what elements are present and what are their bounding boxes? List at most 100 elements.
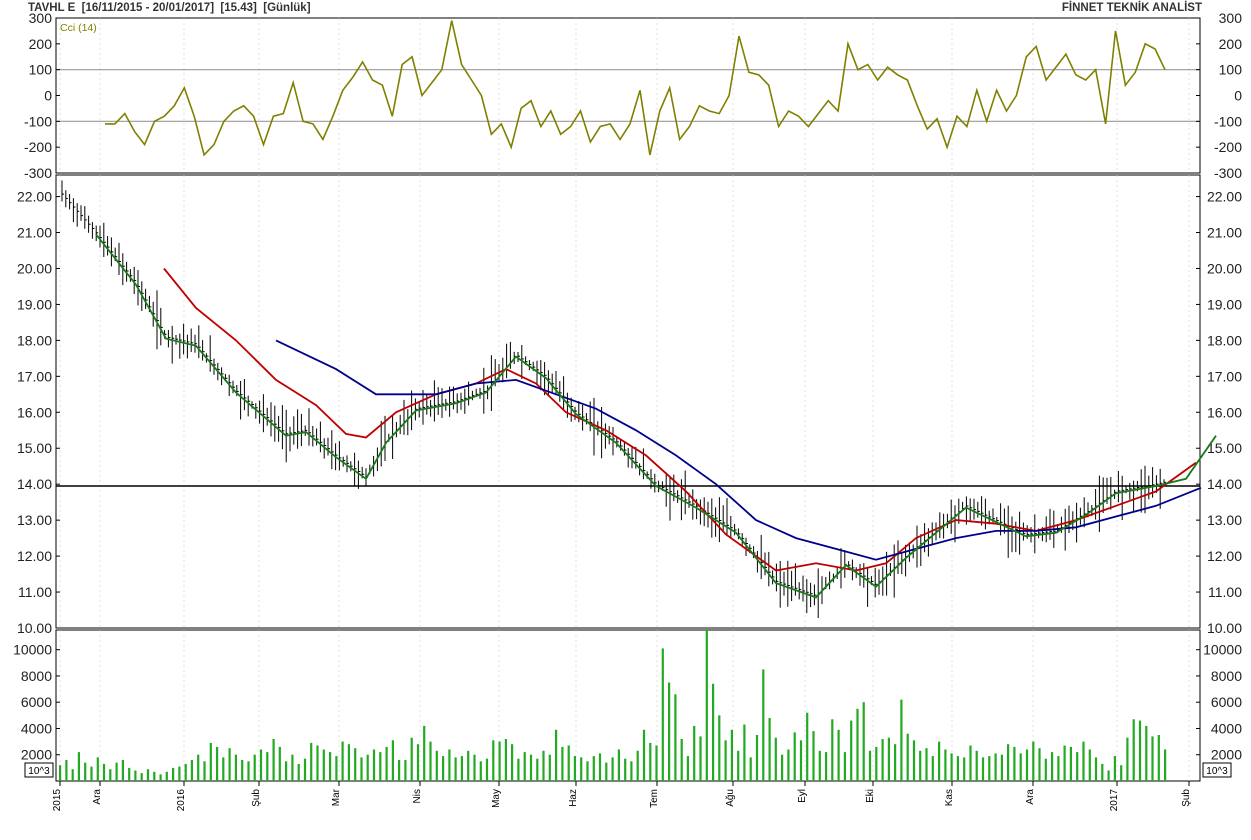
volume-bar xyxy=(1120,765,1123,781)
volume-panel-frame xyxy=(55,629,1201,782)
volume-bar xyxy=(674,694,677,781)
volume-bar xyxy=(598,753,602,781)
x-tick-label: Şub xyxy=(251,789,262,807)
y-tick-label-left: 18.00 xyxy=(17,332,52,348)
volume-bar xyxy=(668,682,671,781)
volume-bar xyxy=(555,729,558,781)
volume-bar xyxy=(561,746,564,781)
volume-bar xyxy=(1094,757,1098,781)
y-tick-label-left: -200 xyxy=(24,139,52,155)
y-tick-label-left: 17.00 xyxy=(17,368,52,384)
volume-bar xyxy=(981,757,985,781)
volume-bar xyxy=(749,757,752,781)
volume-bar xyxy=(65,760,68,781)
volume-bar xyxy=(504,739,507,781)
y-tick-label-left: -300 xyxy=(24,165,52,181)
y-tick-label-left: 21.00 xyxy=(17,225,52,241)
volume-bar xyxy=(1069,746,1072,781)
y-tick-label-right: 16.00 xyxy=(1207,404,1242,420)
cci-label: Cci (14) xyxy=(60,22,97,34)
volume-bar xyxy=(153,771,156,781)
volume-bar xyxy=(548,754,551,781)
y-tick-label-right: -100 xyxy=(1214,113,1242,129)
volume-bar xyxy=(511,744,514,781)
y-tick-label-right: 100 xyxy=(1219,62,1243,78)
volume-bar xyxy=(1082,741,1085,781)
volume-bar xyxy=(228,748,231,781)
volume-bar xyxy=(429,741,432,781)
volume-bar xyxy=(580,757,583,781)
volume-bar xyxy=(661,648,664,781)
volume-bar xyxy=(931,756,934,781)
volume-bar xyxy=(159,774,162,781)
volume-bar xyxy=(774,737,777,781)
y-tick-label-right: 13.00 xyxy=(1207,512,1242,528)
x-tick-label: May xyxy=(491,789,502,808)
period-label: [Günlük] xyxy=(263,2,311,14)
y-tick-label-right: 14.00 xyxy=(1207,476,1242,492)
x-tick-label: Ara xyxy=(1025,789,1036,805)
volume-bar xyxy=(611,757,614,781)
volume-bar xyxy=(831,719,834,781)
volume-bar xyxy=(1113,756,1116,781)
volume-bar xyxy=(172,767,175,781)
volume-bar xyxy=(925,748,928,781)
volume-bar xyxy=(492,740,495,781)
volume-bar xyxy=(781,754,784,781)
volume-unit-right: 10^3 xyxy=(1202,762,1232,778)
volume-bar xyxy=(1063,745,1066,781)
volume-bar xyxy=(975,750,978,781)
y-tick-label-left: 15.00 xyxy=(17,440,52,456)
volume-bar xyxy=(762,669,765,781)
volume-bar xyxy=(1088,749,1091,781)
volume-bar xyxy=(1132,719,1135,781)
x-tick-label: Nis xyxy=(412,789,423,803)
volume-bar xyxy=(881,739,884,781)
volume-bar xyxy=(1057,756,1060,781)
volume-bar xyxy=(950,753,953,781)
volume-bar xyxy=(335,756,338,781)
volume-bar xyxy=(1164,749,1167,781)
volume-bar xyxy=(837,729,840,781)
x-tick-label: Eyl xyxy=(797,789,808,803)
x-tick-label: 2015 xyxy=(52,789,63,812)
volume-bar xyxy=(448,749,451,781)
volume-bar xyxy=(71,769,74,781)
volume-bar xyxy=(404,760,407,781)
volume-bar xyxy=(624,758,627,781)
y-tick-label-left: 16.00 xyxy=(17,404,52,420)
volume-bar xyxy=(724,740,727,781)
volume-bar xyxy=(372,749,376,781)
chart-root: TAVHL E [16/11/2015 - 20/01/2017] [15.43… xyxy=(0,0,1251,822)
volume-bar xyxy=(768,718,771,781)
volume-bar xyxy=(843,752,846,781)
volume-bar xyxy=(1038,748,1041,781)
volume-bar xyxy=(253,754,256,781)
volume-bar xyxy=(586,761,589,781)
y-tick-label-right: 4000 xyxy=(1211,720,1242,736)
volume-bar xyxy=(655,745,658,781)
volume-bar xyxy=(467,750,470,781)
y-tick-label-right: 22.00 xyxy=(1207,189,1242,205)
volume-bar xyxy=(737,750,740,781)
y-tick-label-right: 0 xyxy=(1234,88,1242,104)
volume-bar xyxy=(1044,758,1047,781)
volume-bar xyxy=(303,758,307,781)
volume-bar xyxy=(209,742,212,781)
y-tick-label-left: 22.00 xyxy=(17,189,52,205)
volume-bar xyxy=(994,753,997,781)
volume-bar xyxy=(755,735,759,781)
volume-bar xyxy=(84,762,87,781)
y-tick-label-left: 10000 xyxy=(13,642,52,658)
volume-bar xyxy=(1007,744,1010,781)
volume-bar xyxy=(278,746,281,781)
volume-bar xyxy=(410,737,413,781)
volume-bar xyxy=(96,757,99,781)
y-tick-label-left: 300 xyxy=(29,10,53,26)
volume-bar xyxy=(938,741,941,781)
x-tick-label: Ağu xyxy=(725,789,736,807)
volume-bar xyxy=(416,744,420,781)
volume-bar xyxy=(712,683,715,781)
volume-bar xyxy=(366,754,369,781)
volume-bar xyxy=(134,770,137,781)
